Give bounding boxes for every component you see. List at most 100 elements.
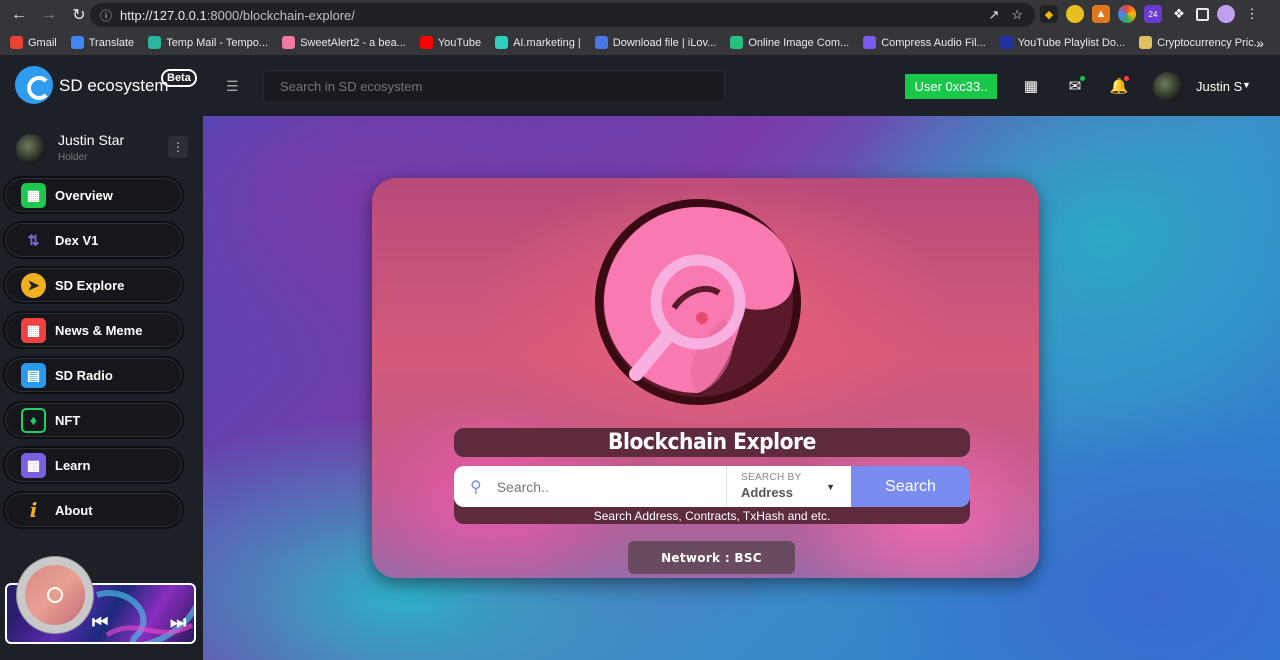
hamburger-icon[interactable]: ☰	[226, 78, 239, 95]
bookmark-item[interactable]: YouTube	[419, 36, 482, 49]
news-icon: ▦	[21, 317, 46, 343]
more-options-icon[interactable]: ⋮	[168, 136, 188, 158]
bookmark-favicon-icon	[999, 36, 1013, 49]
card-icon: ♦	[21, 407, 46, 433]
extension-color-icon[interactable]	[1118, 5, 1136, 23]
sidebar-username: Justin Star	[58, 132, 125, 148]
radio-icon: ▤	[21, 362, 46, 388]
forward-icon[interactable]: →	[38, 4, 60, 26]
user-wallet-button[interactable]: User 0xc33..	[905, 74, 997, 99]
sidebar-item-label: Dex V1	[55, 232, 99, 248]
compass-icon: ➤	[21, 272, 46, 298]
sidebar-item-radio[interactable]: ▤ SD Radio	[3, 356, 184, 394]
bookmark-item[interactable]: Download file | iLov...	[594, 36, 717, 49]
bookmark-label: Temp Mail - Tempo...	[166, 36, 269, 49]
search-by-caption: SEARCH BY	[741, 472, 802, 483]
apps-grid-icon[interactable]: ▦	[1021, 76, 1041, 96]
sidebar-role: Holder	[58, 152, 88, 163]
bookmark-favicon-icon	[1139, 36, 1153, 49]
bookmark-favicon-icon	[148, 36, 162, 49]
extensions-puzzle-icon[interactable]: ❖	[1170, 5, 1188, 23]
sd-logo-icon[interactable]	[15, 66, 53, 104]
bookmark-label: SweetAlert2 - a bea...	[300, 36, 406, 49]
bookmark-favicon-icon	[495, 36, 509, 49]
sidebar-item-nft[interactable]: ♦ NFT	[3, 401, 184, 439]
header-username[interactable]: Justin S	[1196, 79, 1242, 94]
bookmark-favicon-icon	[419, 36, 433, 49]
sidebar-item-dex[interactable]: ⇅ Dex V1	[3, 221, 184, 259]
info-icon: i	[29, 498, 38, 522]
extension-badge-icon[interactable]: 24	[1144, 5, 1162, 23]
chevron-down-icon[interactable]: ▼	[1242, 80, 1251, 90]
grid-icon: ▦	[21, 182, 46, 208]
beta-badge: Beta	[161, 69, 197, 87]
profile-icon[interactable]	[1217, 5, 1235, 23]
bookmark-item[interactable]: Compress Audio Fil...	[863, 36, 986, 49]
bookmark-label: Download file | iLov...	[612, 36, 717, 49]
blockchain-explore-logo-icon	[595, 199, 801, 405]
radio-disc[interactable]	[17, 557, 93, 633]
explore-title-bar: Blockchain Explore	[454, 428, 970, 457]
bookmark-favicon-icon	[282, 36, 296, 49]
address-bar[interactable]: ⓘ http://127.0.0.1:8000/blockchain-explo…	[90, 3, 1035, 27]
sidebar-item-label: NFT	[55, 412, 81, 428]
swap-icon: ⇅	[27, 231, 40, 248]
bookmark-label: Translate	[88, 36, 135, 49]
explore-search-box[interactable]: ⚲	[454, 466, 726, 507]
back-icon[interactable]: ←	[8, 4, 30, 26]
bookmark-label: Gmail	[28, 36, 57, 49]
bookmark-label: YouTube Playlist Do...	[1017, 36, 1126, 49]
info-icon[interactable]: ⓘ	[100, 7, 112, 24]
bookmark-item[interactable]: Cryptocurrency Pric...	[1139, 36, 1263, 49]
bookmark-item[interactable]: Gmail	[10, 36, 57, 49]
bookmark-item[interactable]: AI.marketing |	[495, 36, 581, 49]
bookmark-label: Online Image Com...	[748, 36, 850, 49]
url-path: :8000/blockchain-explore/	[206, 7, 355, 23]
play-icon[interactable]	[47, 587, 63, 603]
sidebar-item-news[interactable]: ▦ News & Meme	[3, 311, 184, 349]
previous-icon[interactable]: ⏮	[92, 612, 108, 633]
explore-search-input[interactable]	[496, 478, 697, 495]
bookmark-label: Cryptocurrency Pric...	[1157, 36, 1263, 49]
mail-icon[interactable]: ✉	[1065, 76, 1085, 96]
extension-yellow-icon[interactable]	[1066, 5, 1084, 23]
network-badge[interactable]: Network : BSC	[628, 541, 795, 574]
brand-name: SD ecosystem	[59, 76, 169, 95]
search-input[interactable]	[263, 70, 725, 103]
bookmark-item[interactable]: Translate	[70, 36, 135, 49]
bookmark-label: YouTube	[437, 36, 482, 49]
extension-binance-icon[interactable]: ◆	[1040, 5, 1058, 23]
sidepanel-icon[interactable]	[1196, 7, 1209, 21]
search-icon: ⚲	[470, 478, 482, 496]
sidebar-item-overview[interactable]: ▦ Overview	[3, 176, 184, 214]
bookmark-favicon-icon	[594, 36, 608, 49]
star-icon[interactable]: ☆	[1011, 7, 1023, 23]
reload-icon[interactable]: ↻	[68, 4, 90, 26]
bookmark-favicon-icon	[10, 36, 23, 49]
sidebar-item-learn[interactable]: ▩ Learn	[3, 446, 184, 484]
share-icon[interactable]: ↗	[988, 7, 999, 23]
bookmarks-bar: Gmail Translate Temp Mail - Tempo... SweetA…	[0, 30, 1280, 56]
sidebar-item-label: About	[55, 502, 93, 518]
bookmark-item[interactable]: YouTube Playlist Do...	[999, 36, 1126, 49]
next-icon[interactable]: ⏭	[170, 612, 186, 633]
bookmark-label: AI.marketing |	[513, 36, 581, 49]
bookmark-item[interactable]: Online Image Com...	[730, 36, 849, 49]
search-hint: Search Address, Contracts, TxHash and et…	[593, 509, 831, 523]
search-by-select[interactable]: SEARCH BY Address ▼	[726, 466, 851, 507]
chevron-down-icon[interactable]: ▼	[826, 482, 835, 492]
presentation-icon: ▩	[21, 452, 46, 478]
sidebar-item-label: Overview	[55, 187, 113, 203]
sidebar-item-about[interactable]: i About	[3, 491, 184, 529]
bell-icon[interactable]: 🔔	[1109, 76, 1129, 96]
sidebar-item-sd-explore[interactable]: ➤ SD Explore	[3, 266, 184, 304]
sidebar-item-label: SD Explore	[55, 277, 125, 293]
header-avatar[interactable]	[1153, 72, 1183, 102]
bookmark-item[interactable]: Temp Mail - Tempo...	[148, 36, 268, 49]
search-button[interactable]: Search	[851, 466, 970, 507]
bookmark-favicon-icon	[70, 36, 84, 49]
extension-metamask-icon[interactable]: ▲	[1092, 5, 1110, 23]
bookmark-item[interactable]: SweetAlert2 - a bea...	[282, 36, 406, 49]
menu-dots-icon[interactable]: ⋮	[1243, 5, 1261, 23]
bookmarks-overflow-icon[interactable]: »	[1256, 35, 1264, 51]
